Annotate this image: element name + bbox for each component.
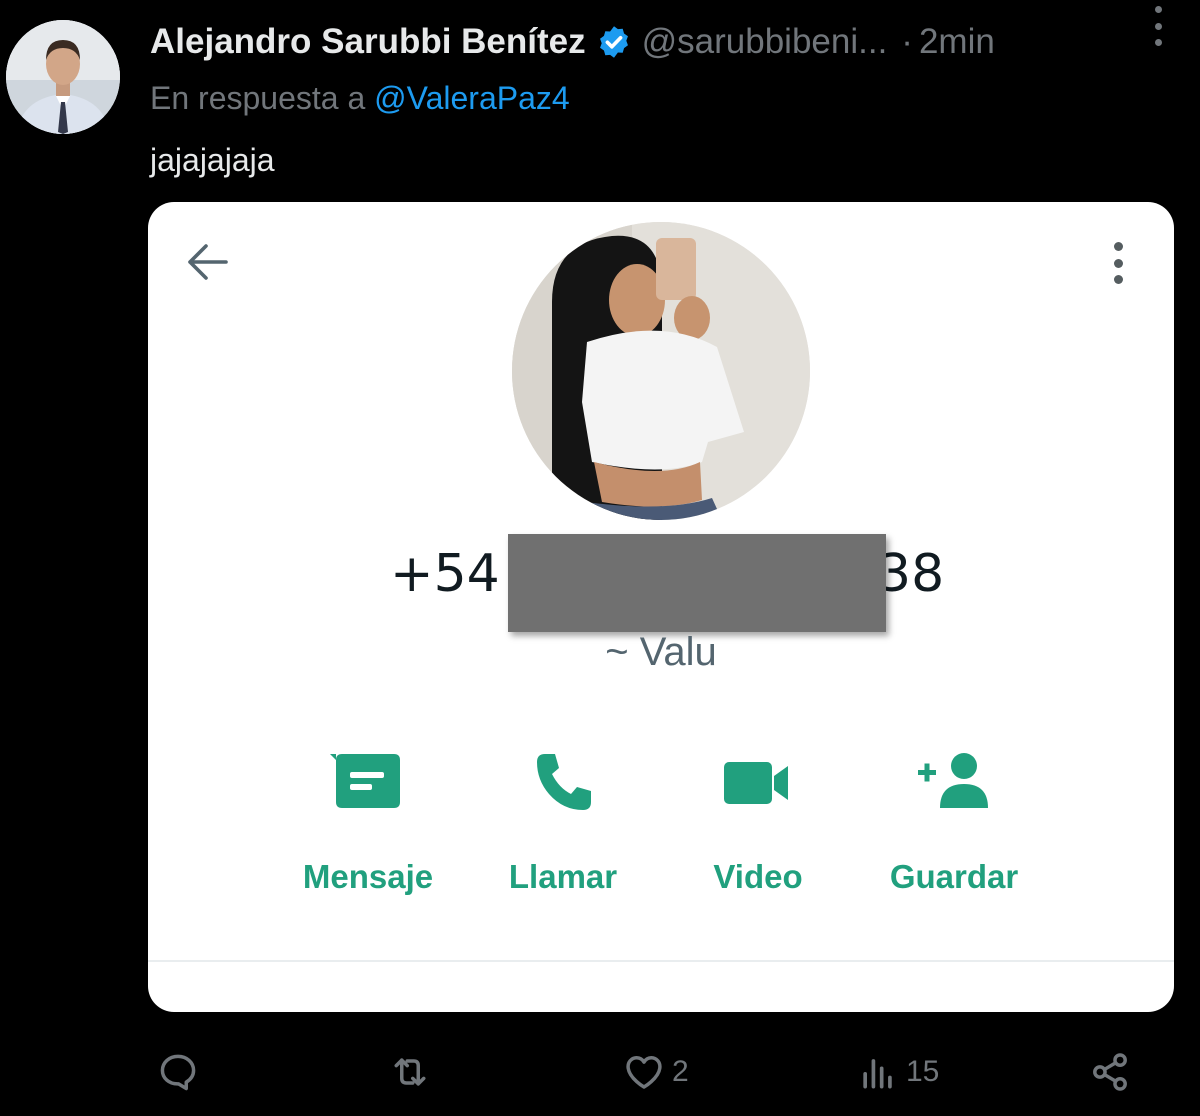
reply-prefix: En respuesta a [150, 80, 366, 116]
reply-mention-link[interactable]: @ValeraPaz4 [374, 80, 570, 116]
contact-action-video: Video [658, 750, 858, 910]
contact-action-save: Guardar [854, 750, 1054, 910]
phone-prefix: +54 [390, 544, 500, 604]
author-avatar[interactable] [6, 20, 120, 134]
header-separator: · [901, 22, 913, 61]
views-icon [863, 1059, 892, 1089]
tweet: Alejandro Sarubbi Benítez @sarubbibeni..… [0, 0, 1200, 1116]
contact-action-message: Mensaje [268, 750, 468, 910]
tweet-timestamp[interactable]: 2min [919, 22, 995, 62]
reply-context: En respuesta a @ValeraPaz4 [150, 80, 570, 117]
contact-action-label: Llamar [508, 858, 618, 895]
more-options-icon[interactable] [1146, 6, 1170, 46]
like-button[interactable]: 2 [622, 1046, 689, 1098]
author-name[interactable]: Alejandro Sarubbi Benítez [150, 22, 586, 62]
contact-name: ~ Valu [605, 630, 717, 674]
author-handle[interactable]: @sarubbibeni... [642, 22, 888, 62]
tweet-header: Alejandro Sarubbi Benítez @sarubbibeni..… [150, 18, 1190, 66]
views-count: 15 [906, 1055, 940, 1088]
verified-badge-icon [599, 26, 628, 58]
contact-menu-icon [1110, 242, 1126, 284]
reply-icon [160, 1054, 196, 1091]
views-button[interactable]: 15 [856, 1046, 939, 1098]
share-button[interactable] [1088, 1046, 1132, 1098]
phone-suffix: 38 [878, 544, 945, 604]
reply-button[interactable] [156, 1046, 206, 1098]
contact-actions: Mensaje Llamar Video Guardar [148, 750, 1174, 910]
tweet-action-bar: 2 15 [0, 1040, 1200, 1104]
heart-icon [626, 1055, 662, 1089]
share-icon [1093, 1053, 1127, 1091]
like-count: 2 [672, 1055, 689, 1088]
redaction-bar [508, 534, 886, 632]
message-icon [330, 754, 400, 808]
phone-icon [537, 754, 591, 810]
retweet-icon [394, 1058, 426, 1086]
divider [148, 960, 1174, 962]
contact-action-label: Mensaje [302, 858, 434, 895]
retweet-button[interactable] [388, 1046, 438, 1098]
tweet-text: jajajajaja [150, 142, 275, 178]
back-arrow-icon [188, 244, 228, 280]
contact-action-call: Llamar [463, 750, 663, 910]
tweet-media-image[interactable]: +54 38 ~ Valu Mensaje Llamar Video Guard… [148, 202, 1174, 1012]
video-icon [724, 762, 788, 804]
contact-action-label: Guardar [889, 858, 1019, 895]
contact-profile-photo [512, 222, 810, 520]
add-contact-icon [918, 753, 988, 808]
contact-action-label: Video [713, 858, 803, 895]
